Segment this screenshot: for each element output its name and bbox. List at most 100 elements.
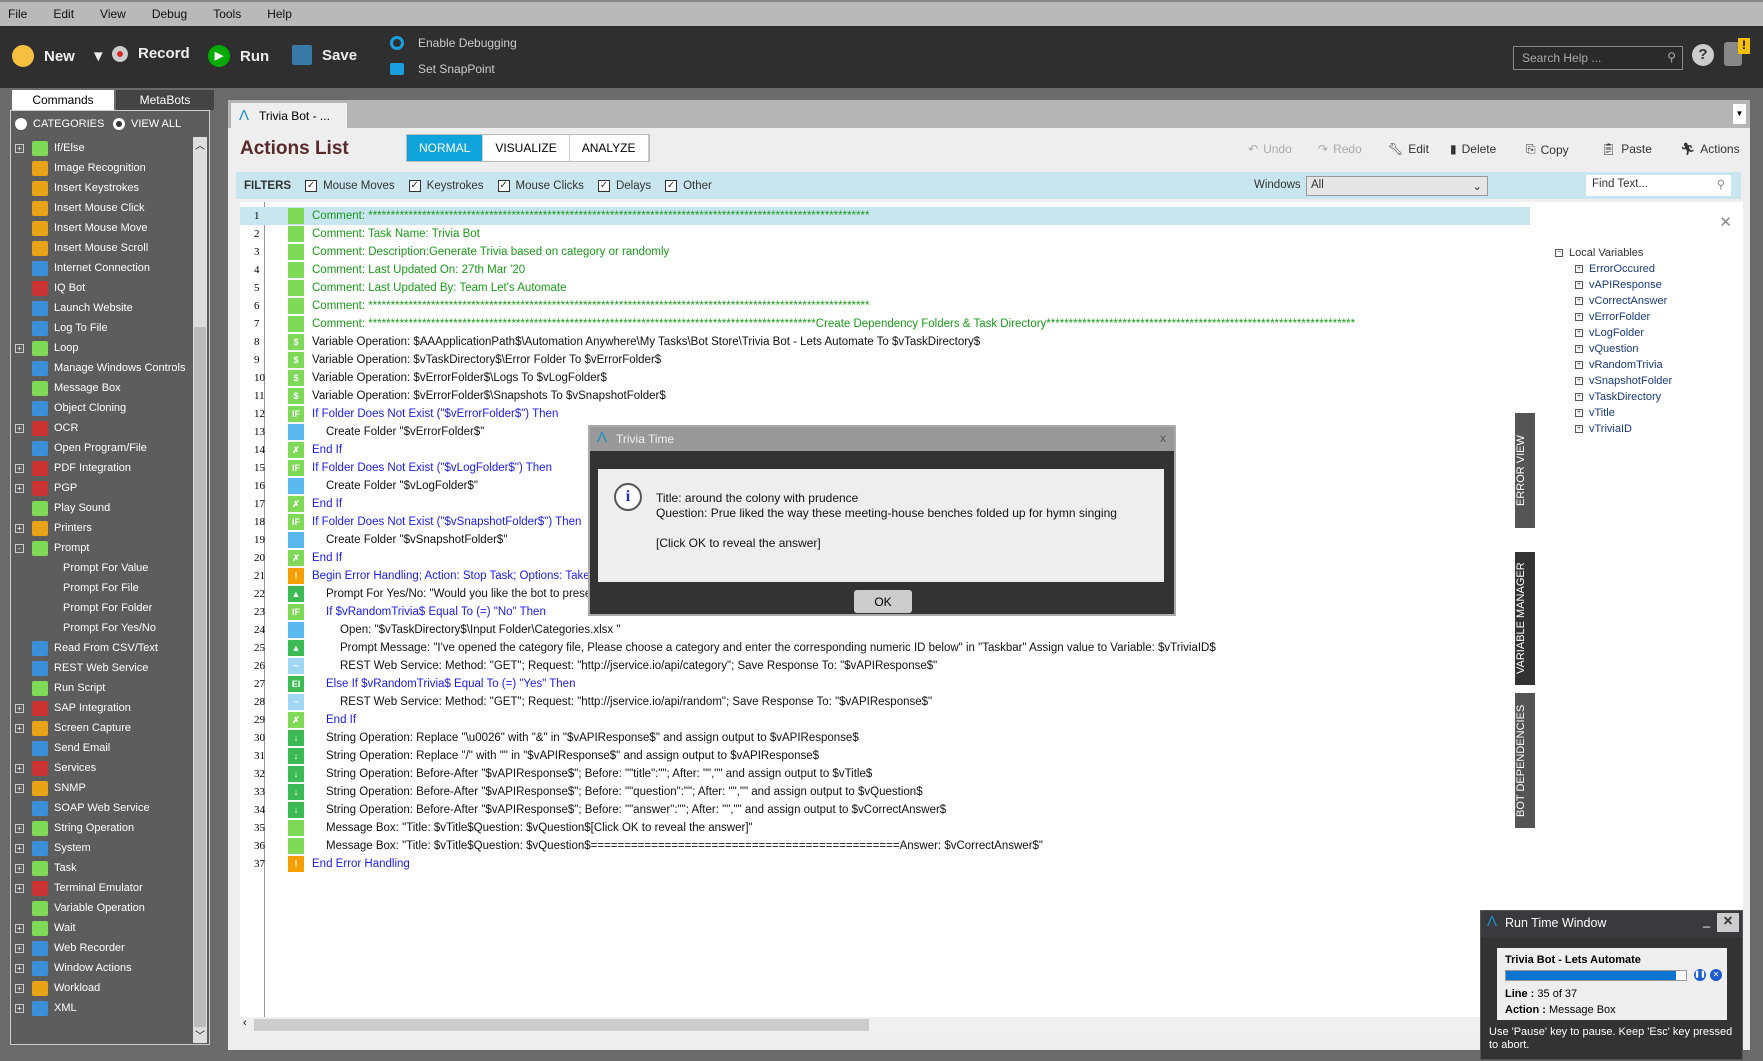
variable-item[interactable]: + vSnapshotFolder <box>1575 375 1672 387</box>
action-row[interactable]: 1 Comment: ******************************… <box>240 207 1530 225</box>
scroll-thumb[interactable] <box>194 327 206 1027</box>
action-row[interactable]: 36 Message Box: "Title: $vTitle$Question:… <box>240 837 1530 855</box>
alert-icon[interactable]: ! <box>1738 38 1750 54</box>
filter-keystrokes-checkbox[interactable]: ✓ <box>408 179 421 192</box>
expand-icon[interactable]: + <box>15 983 24 993</box>
expand-icon[interactable]: + <box>15 843 24 853</box>
redo-button[interactable]: ↷ Redo <box>1318 142 1362 156</box>
variable-item[interactable]: + vAPIResponse <box>1575 279 1662 291</box>
command-item[interactable]: Insert Keystrokes <box>11 178 139 198</box>
expand-icon[interactable]: + <box>15 703 24 713</box>
action-row[interactable]: 4 Comment: Last Updated On: 27th Mar '20 <box>240 261 1530 279</box>
tab-metabots[interactable]: MetaBots <box>116 90 214 110</box>
minimize-icon[interactable]: _ <box>1703 914 1710 928</box>
command-item[interactable]: + If/Else <box>11 138 85 158</box>
copy-button[interactable]: ⎘ Copy <box>1526 142 1569 157</box>
expand-icon[interactable]: + <box>15 763 24 773</box>
command-item[interactable]: + Task <box>11 858 77 878</box>
variable-item[interactable]: + vTaskDirectory <box>1575 391 1661 403</box>
command-item[interactable]: Run Script <box>11 678 105 698</box>
command-item[interactable]: + Window Actions <box>11 958 132 978</box>
command-item[interactable]: Read From CSV/Text <box>11 638 158 658</box>
command-item[interactable]: Log To File <box>11 318 108 338</box>
command-item[interactable]: Prompt For Folder <box>63 598 152 618</box>
command-item[interactable]: + OCR <box>11 418 78 438</box>
expand-icon[interactable]: - <box>15 543 24 553</box>
filter-delays-checkbox[interactable]: ✓ <box>597 179 610 192</box>
expand-icon[interactable]: + <box>15 463 24 473</box>
tab-error-view[interactable]: ERROR VIEW <box>1515 413 1535 528</box>
action-row[interactable]: 28 ~ REST Web Service: Method: "GET"; Requ… <box>240 693 1530 711</box>
delete-button[interactable]: ▮ Delete <box>1450 142 1496 156</box>
command-item[interactable]: Variable Operation <box>11 898 145 918</box>
command-item[interactable]: + Web Recorder <box>11 938 125 958</box>
expand-icon[interactable]: + <box>15 483 24 493</box>
set-snappoint-button[interactable]: Set SnapPoint <box>390 62 495 76</box>
expand-icon[interactable]: + <box>15 1003 24 1013</box>
scroll-down-icon[interactable]: ﹀ <box>193 1027 207 1043</box>
action-row[interactable]: 5 Comment: Last Updated By: Team Let's Au… <box>240 279 1530 297</box>
view-analyze[interactable]: ANALYZE <box>569 135 649 161</box>
expand-icon[interactable]: + <box>15 823 24 833</box>
variable-item[interactable]: + vCorrectAnswer <box>1575 295 1667 307</box>
variable-item[interactable]: + vQuestion <box>1575 343 1639 355</box>
command-item[interactable]: Message Box <box>11 378 121 398</box>
action-row[interactable]: 30 ↓ String Operation: Replace "\u0026" wi… <box>240 729 1530 747</box>
command-item[interactable]: + PDF Integration <box>11 458 131 478</box>
stop-icon[interactable]: ✕ <box>1710 969 1722 981</box>
variable-item[interactable]: + vRandomTrivia <box>1575 359 1663 371</box>
command-item[interactable]: Object Cloning <box>11 398 126 418</box>
command-item[interactable]: Open Program/File <box>11 438 147 458</box>
categories-radio[interactable]: CATEGORIES <box>15 118 104 131</box>
tab-dropdown-icon[interactable]: ▼ <box>1733 104 1746 124</box>
command-item[interactable]: Insert Mouse Click <box>11 198 144 218</box>
expand-icon[interactable]: + <box>15 883 24 893</box>
chevron-down-icon[interactable]: ▼ <box>91 48 106 65</box>
command-item[interactable]: + SAP Integration <box>11 698 131 718</box>
expand-icon[interactable]: + <box>15 783 24 793</box>
command-item[interactable]: IQ Bot <box>11 278 85 298</box>
action-row[interactable]: 11 $ Variable Operation: $vErrorFolder$\Sn… <box>240 387 1530 405</box>
command-item[interactable]: Insert Mouse Scroll <box>11 238 148 258</box>
command-item[interactable]: SOAP Web Service <box>11 798 150 818</box>
variable-item[interactable]: + vErrorFolder <box>1575 311 1650 323</box>
action-row[interactable]: 24 Open: "$vTaskDirectory$\Input Folder\C… <box>240 621 1530 639</box>
edit-button[interactable]: 🔧︎ Edit <box>1388 142 1429 156</box>
close-icon[interactable]: ✕ <box>1719 213 1732 231</box>
tab-bot-dependencies[interactable]: BOT DEPENDENCIES <box>1515 693 1535 828</box>
variable-item[interactable]: + vLogFolder <box>1575 327 1644 339</box>
command-item[interactable]: + PGP <box>11 478 77 498</box>
scrollbar[interactable]: ︿ ﹀ <box>193 137 207 1043</box>
menu-help[interactable]: Help <box>267 7 292 21</box>
command-item[interactable]: + Services <box>11 758 96 778</box>
action-row[interactable]: 6 Comment: ******************************… <box>240 297 1530 315</box>
action-row[interactable]: 29 ✗ End If <box>240 711 1530 729</box>
command-item[interactable]: Prompt For Value <box>63 558 148 578</box>
command-item[interactable]: + Workload <box>11 978 100 998</box>
action-row[interactable]: 10 $ Variable Operation: $vErrorFolder$\Lo… <box>240 369 1530 387</box>
command-item[interactable]: + SNMP <box>11 778 86 798</box>
action-row[interactable]: 35 Message Box: "Title: $vTitle$Question:… <box>240 819 1530 837</box>
new-button[interactable]: New ▼ <box>12 45 106 67</box>
search-help-input[interactable]: Search Help ... ⚲ <box>1513 46 1683 70</box>
command-item[interactable]: - Prompt <box>11 538 89 558</box>
save-button[interactable]: Save <box>292 45 357 65</box>
variable-item[interactable]: + vTriviaID <box>1575 423 1632 435</box>
windows-select[interactable]: All ⌄ <box>1306 176 1488 196</box>
command-item[interactable]: + Screen Capture <box>11 718 131 738</box>
help-icon[interactable]: ? <box>1692 44 1714 66</box>
filter-other-checkbox[interactable]: ✓ <box>665 179 678 192</box>
action-row[interactable]: 12 IF If Folder Does Not Exist ("$vErrorFo… <box>240 405 1530 423</box>
menu-view[interactable]: View <box>100 7 126 21</box>
action-row[interactable]: 3 Comment: Description:Generate Trivia ba… <box>240 243 1530 261</box>
command-item[interactable]: Internet Connection <box>11 258 150 278</box>
view-visualize[interactable]: VISUALIZE <box>483 135 570 161</box>
expand-icon[interactable]: + <box>15 963 24 973</box>
command-item[interactable]: Play Sound <box>11 498 110 518</box>
action-row[interactable]: 34 ↓ String Operation: Before-After "$vAPI… <box>240 801 1530 819</box>
expand-icon[interactable]: + <box>15 943 24 953</box>
expand-icon[interactable]: + <box>15 863 24 873</box>
expand-icon[interactable]: + <box>15 423 24 433</box>
close-button[interactable]: ✕ <box>1717 913 1739 932</box>
scroll-thumb[interactable] <box>254 1019 869 1031</box>
